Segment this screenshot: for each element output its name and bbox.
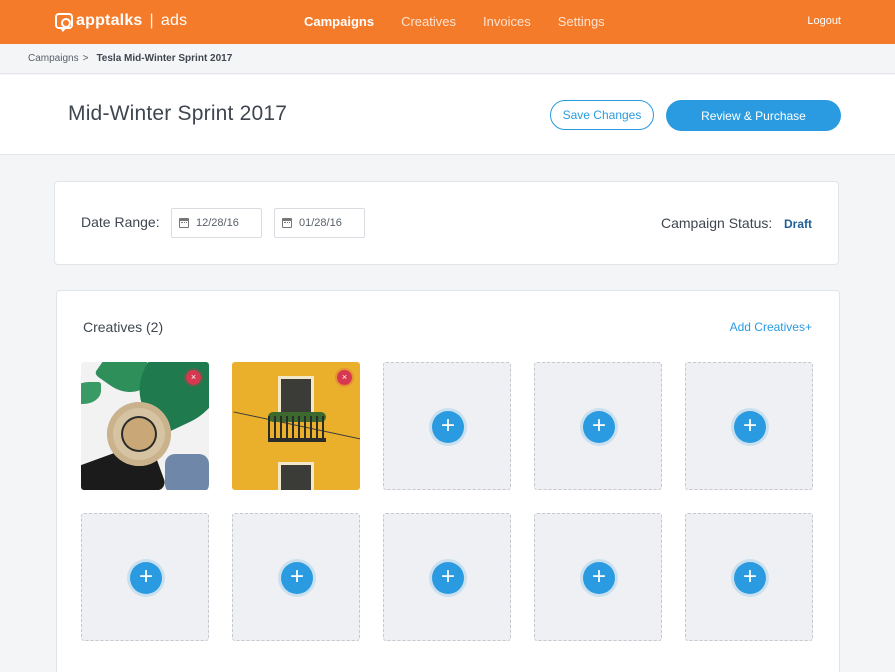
date-range-card: Date Range: 12/28/16 01/28/16 Campaign S… (54, 181, 839, 265)
nav-creatives[interactable]: Creatives (401, 14, 456, 29)
main-nav: Campaigns Creatives Invoices Settings (304, 14, 632, 29)
end-date-input[interactable]: 01/28/16 (274, 208, 365, 238)
calendar-icon (282, 218, 292, 228)
add-icon[interactable]: + (130, 562, 162, 594)
campaign-status-value: Draft (784, 217, 813, 231)
add-icon[interactable]: + (734, 411, 766, 443)
brand-logo[interactable]: apptalks | ads (55, 12, 188, 32)
add-icon[interactable]: + (432, 562, 464, 594)
brand-product: ads (160, 12, 188, 29)
creatives-card: Creatives (2) Add Creatives+ × × + + + +… (56, 290, 840, 672)
breadcrumb-current: Tesla Mid-Winter Sprint 2017 (96, 53, 233, 64)
nav-campaigns[interactable]: Campaigns (304, 14, 374, 29)
end-date-value: 01/28/16 (299, 217, 342, 229)
add-icon[interactable]: + (432, 411, 464, 443)
creative-thumbnail-building[interactable]: × (232, 362, 360, 490)
add-icon[interactable]: + (734, 562, 766, 594)
empty-creative-slot[interactable]: + (685, 513, 813, 641)
empty-creative-slot[interactable]: + (534, 513, 662, 641)
start-date-value: 12/28/16 (196, 217, 239, 229)
brand-separator: | (149, 12, 154, 29)
apptalks-logo-icon (55, 13, 73, 32)
page-title: Mid-Winter Sprint 2017 (68, 102, 288, 125)
breadcrumb-campaigns[interactable]: Campaigns (28, 53, 79, 64)
date-range-label: Date Range: (81, 214, 160, 230)
brand-name: apptalks (76, 12, 143, 29)
add-icon[interactable]: + (583, 562, 615, 594)
breadcrumb-separator: > (82, 53, 89, 64)
creative-thumbnail-beach[interactable]: × (81, 362, 209, 490)
remove-icon[interactable]: × (186, 370, 201, 385)
empty-creative-slot[interactable]: + (383, 513, 511, 641)
remove-icon[interactable]: × (337, 370, 352, 385)
empty-creative-slot[interactable]: + (685, 362, 813, 490)
page-header: Mid-Winter Sprint 2017 Save Changes Revi… (0, 75, 895, 155)
creatives-title: Creatives (2) (83, 319, 164, 335)
empty-creative-slot[interactable]: + (232, 513, 360, 641)
save-changes-button[interactable]: Save Changes (550, 100, 654, 130)
breadcrumb: Campaigns > Tesla Mid-Winter Sprint 2017 (0, 44, 895, 74)
add-icon[interactable]: + (583, 411, 615, 443)
empty-creative-slot[interactable]: + (81, 513, 209, 641)
empty-creative-slot[interactable]: + (534, 362, 662, 490)
nav-settings[interactable]: Settings (558, 14, 605, 29)
empty-creative-slot[interactable]: + (383, 362, 511, 490)
start-date-input[interactable]: 12/28/16 (171, 208, 262, 238)
campaign-status-label: Campaign Status: (661, 215, 773, 231)
add-icon[interactable]: + (281, 562, 313, 594)
add-creatives-link[interactable]: Add Creatives+ (730, 320, 812, 334)
calendar-icon (179, 218, 189, 228)
logout-link[interactable]: Logout (807, 15, 841, 27)
nav-invoices[interactable]: Invoices (483, 14, 531, 29)
review-purchase-button[interactable]: Review & Purchase (666, 100, 841, 131)
top-navbar: apptalks | ads Campaigns Creatives Invoi… (0, 0, 895, 44)
